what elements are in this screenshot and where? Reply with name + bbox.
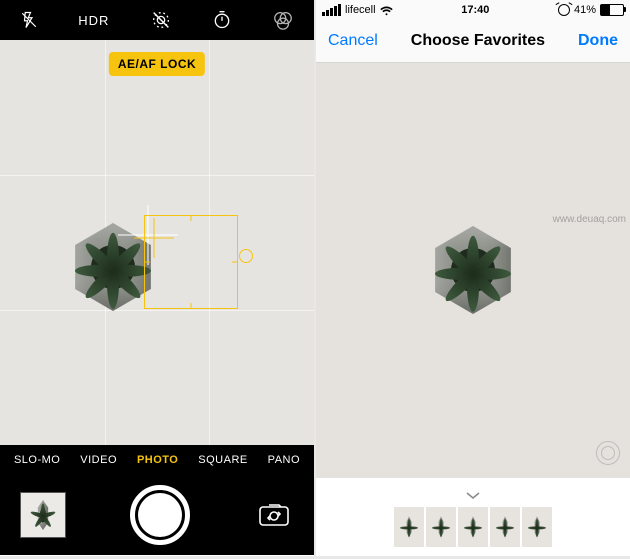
grid-line [0,175,314,176]
watermark: www.deuaq.com [553,214,626,225]
camera-viewfinder[interactable]: AE/AF LOCK [0,40,314,445]
camera-top-toolbar: HDR [0,0,314,40]
alarm-icon [558,4,570,16]
camera-switch-icon[interactable] [254,499,294,531]
mode-video[interactable]: VIDEO [80,454,117,466]
nav-bar: Cancel Choose Favorites Done [316,20,630,63]
shutter-button[interactable] [130,485,190,545]
photos-choose-favorites: lifecell 17:40 41% Cancel Choose Favorit… [316,0,630,556]
filmstrip-frame[interactable] [426,507,456,547]
done-button[interactable]: Done [578,32,618,50]
mode-slomo[interactable]: SLO-MO [14,454,60,466]
status-time: 17:40 [461,4,489,16]
filmstrip-frame[interactable] [522,507,552,547]
status-bar: lifecell 17:40 41% [316,0,630,20]
burst-filmstrip[interactable] [316,477,630,556]
timer-icon[interactable] [212,10,232,30]
cancel-button[interactable]: Cancel [328,32,378,50]
chevron-down-icon[interactable] [466,489,480,503]
camera-app: HDR AE/AF LOCK [0,0,314,556]
battery-icon [600,4,624,16]
hdr-toggle[interactable]: HDR [78,13,109,28]
wifi-icon [380,6,393,15]
mode-square[interactable]: SQUARE [198,454,247,466]
last-photo-thumbnail[interactable] [20,492,66,538]
live-photo-off-icon[interactable] [150,9,172,31]
camera-bottom-bar [0,475,314,555]
filmstrip-frame[interactable] [394,507,424,547]
camera-mode-strip[interactable]: SLO-MO VIDEO PHOTO SQUARE PANO [0,445,314,475]
filmstrip-frame[interactable] [490,507,520,547]
live-photo-indicator-icon [596,441,620,465]
carrier-label: lifecell [345,4,376,16]
photo-preview[interactable] [316,63,630,477]
mode-photo[interactable]: PHOTO [137,454,178,466]
signal-bars-icon [322,4,341,16]
mode-pano[interactable]: PANO [268,454,300,466]
focus-indicator [144,215,238,309]
filmstrip-frame[interactable] [458,507,488,547]
ae-af-lock-badge: AE/AF LOCK [109,52,205,76]
nav-title: Choose Favorites [411,32,545,50]
battery-percentage: 41% [574,4,596,16]
flash-off-icon[interactable] [20,11,38,29]
filters-icon[interactable] [272,9,294,31]
exposure-sun-icon[interactable] [239,249,253,263]
